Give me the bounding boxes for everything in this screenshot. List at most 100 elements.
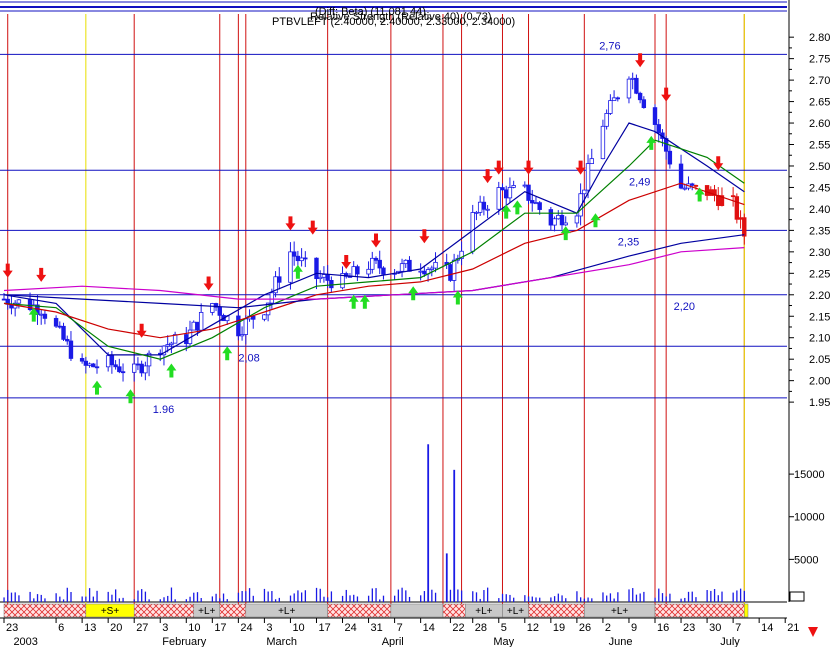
volume-bar [237,592,240,602]
volume-bar [248,588,251,602]
volume-bar [226,599,228,602]
candle-body [507,186,513,199]
volume-bar [62,599,65,602]
month-label: 2003 [13,636,37,647]
candle-body [198,312,204,331]
candle-body [704,185,710,196]
volume-bar [137,590,139,602]
volume-bar [170,587,173,602]
candle-body [582,189,587,195]
volume-bar [423,591,426,602]
candles [1,72,747,382]
candle-body [291,251,297,257]
price-tick-label: 2.65 [809,97,830,109]
date-tick-label: 24 [345,622,357,634]
volume-bar [293,593,295,602]
candle-body [321,274,327,278]
volume-bar [55,593,57,602]
candle-body [522,184,527,187]
volume-bar [375,588,377,602]
volume-bar [583,598,586,602]
volume-bar [606,595,608,602]
candle-body [548,209,554,226]
candle-body [641,99,647,109]
band-segment [744,603,749,618]
candle-body [373,257,379,261]
candle-body [474,211,479,214]
candle-body [351,266,356,277]
price-tick-label: 1.95 [809,397,830,409]
date-tick-label: 24 [240,622,252,634]
price-tick-label: 2.20 [809,290,830,302]
volume-bar [736,590,738,602]
volume-bar [739,588,742,602]
volume-bar [713,589,716,602]
volume-bar [196,592,199,602]
volume-bar [509,594,511,602]
volume-bar [591,598,593,602]
volume-bar [576,591,578,602]
price-tick-label: 2.15 [809,311,830,323]
sell-arrow-icon [307,220,318,235]
candle-body [667,150,673,165]
date-tick-label: 30 [709,622,721,634]
volume-bar [215,593,217,602]
price-tick-label: 2.10 [809,333,830,345]
scroll-down-arrow-icon[interactable] [806,625,820,639]
volume-bar [44,598,46,602]
volume-bar [379,599,381,602]
volume-bar [167,595,169,602]
month-label: March [266,636,297,647]
candle-body [403,259,408,265]
volume-bar [643,591,645,602]
candle-body [448,264,453,281]
volume-bar [356,596,359,602]
candle-body [585,163,591,191]
volume-bar [301,592,303,602]
month-label: April [382,636,404,647]
date-tick-label: 23 [683,622,695,634]
volume-bar [487,587,489,602]
volume-bar [33,598,35,602]
band-segment [219,603,247,618]
candle-body [314,257,319,280]
candle-body [262,314,267,320]
volume-bar [330,591,333,602]
volume-bar [141,589,143,602]
volume-bar [460,590,463,602]
level-label: 2,49 [629,176,650,188]
volume-bar [687,591,690,602]
band-segment [654,603,745,618]
candle-body [381,267,386,275]
volume-bar [457,589,459,602]
volume-bar [580,597,582,602]
sell-arrow-icon [635,53,646,68]
volume-bar [405,590,407,602]
date-tick-label: 6 [58,622,64,634]
volume-bar [70,592,72,602]
volume-bar [684,597,686,602]
volume-bar [382,595,385,602]
volume-bar [498,598,500,602]
date-tick-label: 14 [761,622,773,634]
volume-bar [609,593,612,602]
volume-bar [263,588,266,602]
volume-bar [66,587,68,602]
volume-bar [122,597,124,602]
date-tick-label: 3 [162,622,168,634]
sell-arrow-icon [371,233,381,248]
month-label: June [609,636,633,647]
candle-body [113,364,118,368]
volume-bar [434,592,437,602]
volume-bar [159,599,161,602]
volume-bar [7,589,9,602]
date-tick-label: 10 [188,622,200,634]
axis-corner-box [789,591,805,602]
candle-body [399,263,405,272]
date-tick-label: 31 [371,622,383,634]
candle-body [742,217,747,237]
volume-bar [695,597,697,602]
candle-body [42,313,48,319]
sell-arrow-icon [203,276,214,291]
volume-bar [185,599,187,602]
